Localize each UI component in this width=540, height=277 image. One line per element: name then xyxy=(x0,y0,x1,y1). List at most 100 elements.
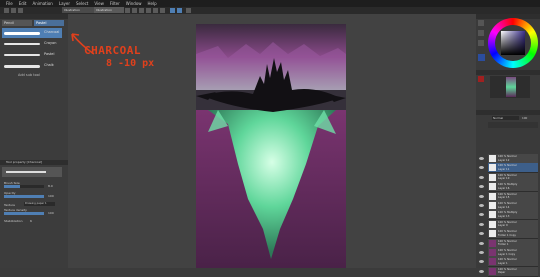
brush-item-crayon[interactable]: Crayon xyxy=(2,39,62,49)
layer-name: Layer 11 xyxy=(498,167,510,171)
layer-thumbnail xyxy=(489,192,496,200)
brush-label: Crayon xyxy=(44,41,57,45)
menu-file[interactable]: File xyxy=(6,1,13,6)
menu-filter[interactable]: Filter xyxy=(110,1,120,6)
layer-name: Folder 1 Copy xyxy=(498,233,516,237)
brush-label: Charcoal xyxy=(44,30,60,34)
layer-thumbnail xyxy=(489,239,496,247)
brush-stroke-preview xyxy=(4,32,40,35)
layer-visibility-eye-icon[interactable] xyxy=(479,232,484,236)
menu-help[interactable]: Help xyxy=(148,1,157,6)
document-tab-2[interactable]: Illustration xyxy=(94,7,124,13)
main-color-swatch[interactable] xyxy=(478,54,485,61)
texture-label: Texture xyxy=(4,203,15,207)
opacity-value: 100 xyxy=(48,194,54,198)
menu-view[interactable]: View xyxy=(94,1,104,6)
brush-label: Chalk xyxy=(44,63,54,67)
brush-item-pastel[interactable]: Pastel xyxy=(2,50,62,60)
layer-name: Paper xyxy=(498,271,506,275)
canvas-area[interactable]: CHARCOAL 8 -10 px xyxy=(68,14,476,268)
panel-header xyxy=(0,14,68,19)
sub-tool-panel: Pencil Pastel Charcoal Crayon Pastel Cha… xyxy=(0,14,74,268)
navigator-zoom-icon[interactable] xyxy=(478,76,484,82)
new-icon[interactable] xyxy=(4,8,9,13)
annotation-line-2: 8 -10 px xyxy=(106,58,155,69)
texture-select[interactable]: Drawing paper 1 xyxy=(24,202,55,206)
cut-icon[interactable] xyxy=(146,8,151,13)
layer-visibility-eye-icon[interactable] xyxy=(479,269,484,273)
annotation-arrow-icon xyxy=(71,33,95,55)
layer-thumbnail xyxy=(489,173,496,181)
brush-size-slider[interactable] xyxy=(4,185,44,188)
clear-icon[interactable] xyxy=(139,8,144,13)
layer-thumbnail xyxy=(489,249,496,256)
save-icon[interactable] xyxy=(18,8,23,13)
open-icon[interactable] xyxy=(11,8,16,13)
brush-stroke-preview xyxy=(4,54,40,56)
menu-edit[interactable]: Edit xyxy=(19,1,27,6)
brush-preview-stroke xyxy=(6,171,46,173)
menu-select[interactable]: Select xyxy=(76,1,88,6)
brush-stroke-preview xyxy=(4,43,40,45)
layer-thumbnail xyxy=(489,230,496,238)
layer-row[interactable]: 100 % Normal Paper xyxy=(488,266,538,277)
undo-icon[interactable] xyxy=(125,8,130,13)
layer-visibility-eye-icon[interactable] xyxy=(479,260,484,264)
layer-visibility-eye-icon[interactable] xyxy=(479,157,484,160)
layer-name: Layer 14 xyxy=(498,205,510,209)
deselect-icon[interactable] xyxy=(177,8,182,13)
layer-visibility-eye-icon[interactable] xyxy=(479,213,484,217)
menu-window[interactable]: Window xyxy=(126,1,142,6)
document-tab-1[interactable]: Illustration xyxy=(62,7,94,13)
copy-icon[interactable] xyxy=(153,8,158,13)
brush-item-charcoal[interactable]: Charcoal xyxy=(2,28,62,38)
layer-visibility-eye-icon[interactable] xyxy=(479,204,484,207)
add-sub-tool-button[interactable]: Add sub tool xyxy=(18,73,40,77)
layer-toolbar xyxy=(488,122,538,128)
texture-density-value: 100 xyxy=(48,211,54,215)
layer-thumbnail xyxy=(489,220,496,228)
paste-icon[interactable] xyxy=(160,8,165,13)
tab-pencil[interactable]: Pencil xyxy=(2,20,32,26)
layer-visibility-eye-icon[interactable] xyxy=(479,241,484,245)
transform-icon[interactable] xyxy=(170,8,175,13)
select-icon[interactable] xyxy=(186,8,191,13)
layer-visibility-eye-icon[interactable] xyxy=(479,166,484,170)
brush-size-fill xyxy=(4,185,20,188)
menu-layer[interactable]: Layer xyxy=(59,1,70,6)
brush-size-value: 8.0 xyxy=(48,184,53,188)
opacity-slider[interactable] xyxy=(4,195,44,198)
texture-density-slider[interactable] xyxy=(4,212,44,215)
layer-visibility-eye-icon[interactable] xyxy=(479,175,484,179)
layer-visibility-eye-icon[interactable] xyxy=(479,194,484,198)
layer-opacity-value: 100 xyxy=(522,116,528,120)
color-mode-icon[interactable] xyxy=(478,20,484,26)
navigator-preview[interactable] xyxy=(490,76,530,98)
right-panel: Normal 100 100 % Normal Layer 12 100 % Nor… xyxy=(476,14,540,277)
blend-mode-select[interactable]: Normal xyxy=(492,116,519,120)
menu-bar: File Edit Animation Layer Select View Fi… xyxy=(0,0,540,7)
tab-pastel[interactable]: Pastel xyxy=(34,20,64,26)
layer-visibility-eye-icon[interactable] xyxy=(479,222,484,226)
stabilization-value: 6 xyxy=(30,219,32,223)
layer-thumbnail xyxy=(489,183,496,191)
color-slider-icon[interactable] xyxy=(478,40,484,46)
navigator-thumbnail xyxy=(506,77,516,97)
layer-name: Layer 15 xyxy=(498,196,510,200)
layer-visibility-eye-icon[interactable] xyxy=(479,251,484,254)
color-icon-column xyxy=(478,20,486,64)
layer-name: Layer 10 xyxy=(498,177,510,181)
layer-thumbnail xyxy=(489,267,496,275)
brush-preview xyxy=(2,167,62,177)
layer-name: Layer 1 Copy xyxy=(498,252,516,256)
brush-item-chalk[interactable]: Chalk xyxy=(2,61,62,71)
saturation-square[interactable] xyxy=(501,31,525,55)
layer-name: Layer 13 xyxy=(498,214,510,218)
brush-stroke-preview xyxy=(4,65,40,68)
layer-panel-header xyxy=(476,110,540,115)
menu-animation[interactable]: Animation xyxy=(32,1,52,6)
color-wheel[interactable] xyxy=(488,18,538,68)
layer-visibility-eye-icon[interactable] xyxy=(479,185,484,189)
redo-icon[interactable] xyxy=(132,8,137,13)
color-set-icon[interactable] xyxy=(478,30,484,36)
